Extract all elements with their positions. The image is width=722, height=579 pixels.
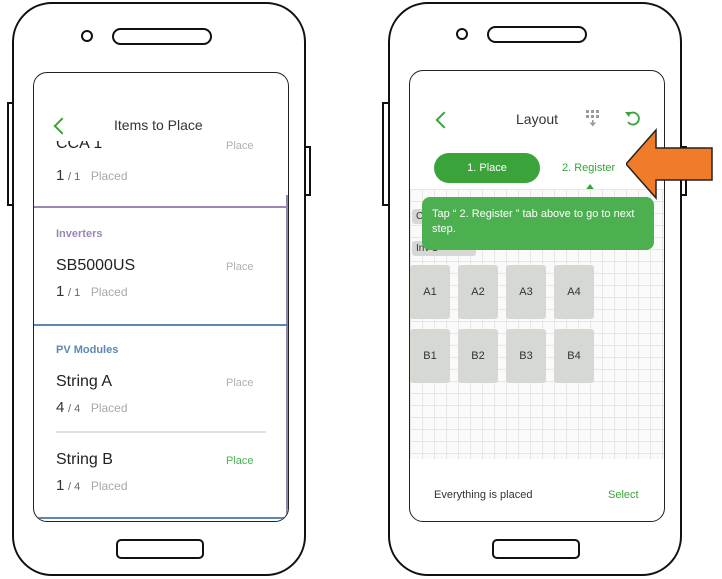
item-name: String A xyxy=(56,373,113,390)
tab-place[interactable]: 1. Place xyxy=(434,153,540,183)
list-item-partial[interactable]: CCA 1 Place 1 / 1 Placed xyxy=(34,141,288,191)
back-chevron-icon[interactable] xyxy=(53,117,71,135)
item-name: CCA 1 xyxy=(56,141,103,152)
place-button[interactable]: Place xyxy=(226,141,254,152)
select-button[interactable]: Select xyxy=(608,489,639,501)
canvas-cell[interactable]: A3 xyxy=(506,265,546,319)
item-count: 1 / 1 Placed xyxy=(56,167,128,184)
canvas-cell[interactable]: A4 xyxy=(554,265,594,319)
item-name: String B xyxy=(56,451,113,468)
back-chevron-icon[interactable] xyxy=(435,111,453,129)
canvas-cell[interactable]: B1 xyxy=(410,329,450,383)
section-divider-inverters xyxy=(34,206,288,208)
place-button[interactable]: Place xyxy=(226,261,254,273)
item-count: 1 / 1 Placed xyxy=(56,283,128,300)
list-bottom-divider xyxy=(34,517,288,519)
arrow-right-icon xyxy=(626,128,713,200)
right-phone-speaker xyxy=(487,26,587,43)
item-count: 4 / 4 Placed xyxy=(56,399,128,416)
grid-layout-icon[interactable] xyxy=(585,109,601,127)
canvas-cell[interactable]: A1 xyxy=(410,265,450,319)
item-count: 1 / 4 Placed xyxy=(56,477,128,494)
canvas-cell[interactable]: B2 xyxy=(458,329,498,383)
undo-icon[interactable] xyxy=(624,109,642,127)
tab-register[interactable]: 2. Register xyxy=(562,162,615,174)
left-phone-screen: Items to Place CCA 1 Place 1 / 1 Placed … xyxy=(33,72,289,522)
list-item[interactable]: String B Place 1 / 4 Placed xyxy=(34,443,288,503)
right-phone-frame: Layout 1. Place 2. Register CC Inv 1 A1 … xyxy=(388,2,682,576)
place-button[interactable]: Place xyxy=(226,377,254,389)
left-phone-frame: Items to Place CCA 1 Place 1 / 1 Placed … xyxy=(12,2,306,576)
item-divider xyxy=(56,431,266,433)
list-item[interactable]: String A Place 4 / 4 Placed xyxy=(34,365,288,425)
canvas-cell[interactable]: A2 xyxy=(458,265,498,319)
canvas-cell[interactable]: B3 xyxy=(506,329,546,383)
right-phone-camera xyxy=(456,28,468,40)
right-phone-home-button[interactable] xyxy=(492,539,580,559)
place-button[interactable]: Place xyxy=(226,455,254,467)
placement-status: Everything is placed xyxy=(434,489,533,501)
section-label-inverters: Inverters xyxy=(56,228,103,240)
left-phone-home-button[interactable] xyxy=(116,539,204,559)
item-name: SB5000US xyxy=(56,257,136,274)
hint-tooltip: Tap “ 2. Register ” tab above to go to n… xyxy=(422,197,654,250)
list-item[interactable]: SB5000US Place 1 / 1 Placed xyxy=(34,249,288,309)
left-phone-speaker xyxy=(112,28,212,45)
section-label-pv-modules: PV Modules xyxy=(56,344,119,356)
canvas-cell[interactable]: B4 xyxy=(554,329,594,383)
page-title: Items to Place xyxy=(114,117,203,133)
left-phone-camera xyxy=(81,30,93,42)
section-divider-pv-modules xyxy=(34,324,288,326)
page-title: Layout xyxy=(516,111,559,127)
